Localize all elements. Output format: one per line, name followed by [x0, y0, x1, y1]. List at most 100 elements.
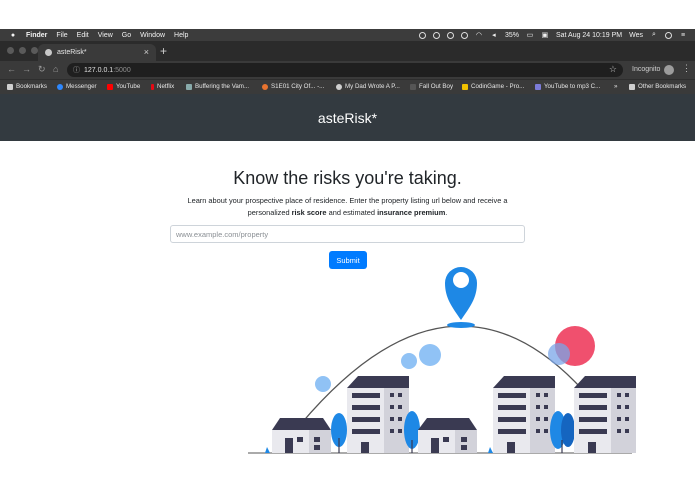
home-icon[interactable]: ⌂	[53, 64, 58, 74]
building-window	[617, 393, 621, 397]
menu-view[interactable]: View	[98, 32, 113, 39]
page-icon	[186, 83, 192, 90]
top-margin	[0, 0, 695, 29]
battery-icon: ▭	[526, 32, 534, 39]
pin-shadow	[447, 322, 475, 328]
menu-help[interactable]: Help	[174, 32, 188, 39]
building-door	[588, 442, 596, 453]
house-window	[297, 437, 303, 442]
insurance-premium-text: insurance premium	[377, 208, 446, 217]
building-window-row	[352, 417, 380, 422]
browser-toolbar: ← → ↻ ⌂ ⓘ 127.0.0.1:5000 ☆ Incognito ⋮	[0, 61, 695, 79]
other-bookmarks[interactable]: Other Bookmarks	[629, 83, 686, 90]
menu-kebab-icon[interactable]: ⋮	[682, 63, 691, 74]
tab-asterisk[interactable]: asteRisk* ×	[38, 44, 156, 61]
building-window	[544, 393, 548, 397]
minimize-window-button[interactable]	[19, 47, 26, 54]
new-tab-button[interactable]: +	[160, 44, 167, 58]
siri-icon[interactable]	[665, 31, 672, 39]
site-brand[interactable]: asteRisk*	[0, 110, 695, 126]
house-roof	[418, 418, 477, 430]
tab-title: asteRisk*	[57, 49, 87, 56]
bookmark-item[interactable]: Netflix	[151, 83, 174, 90]
house-window	[443, 437, 449, 442]
bookmark-item[interactable]: CodinGame - Pro...	[462, 83, 524, 90]
house-window	[314, 445, 320, 450]
zoom-window-button[interactable]	[31, 47, 38, 54]
bookmark-item[interactable]: YouTube to mp3 C...	[535, 83, 600, 90]
bookmark-item[interactable]: My Dad Wrote A P...	[336, 83, 400, 90]
plant	[265, 447, 270, 453]
building-window	[544, 417, 548, 421]
menu-file[interactable]: File	[56, 32, 67, 39]
info-icon[interactable]: ⓘ	[73, 65, 80, 75]
bookmark-item[interactable]: Fall Out Boy	[410, 83, 453, 90]
bubble-blue	[315, 376, 331, 392]
building-window	[390, 429, 394, 433]
bookmarks-overflow-icon[interactable]: »	[614, 83, 617, 90]
address-bar[interactable]: ⓘ 127.0.0.1:5000 ☆	[67, 63, 623, 77]
user-name[interactable]: Wes	[629, 32, 643, 39]
menu-edit[interactable]: Edit	[77, 32, 89, 39]
menu-window[interactable]: Window	[140, 32, 165, 39]
bubble-blue	[419, 344, 441, 366]
spotlight-search-icon[interactable]: ⌕	[650, 31, 658, 39]
building-window-row	[579, 393, 607, 398]
bookmark-item[interactable]: Bookmarks	[7, 83, 47, 90]
display-icon[interactable]: ▣	[541, 31, 549, 39]
building-window	[398, 429, 402, 433]
apple-menu-icon[interactable]: ●	[9, 32, 17, 39]
building-window	[625, 429, 629, 433]
reload-icon[interactable]: ↻	[38, 64, 46, 75]
bubble-blue	[401, 353, 417, 369]
building-window	[398, 393, 402, 397]
building-roof	[574, 376, 636, 388]
bookmark-item[interactable]: S1E01 City Of... -...	[262, 83, 324, 90]
globe-icon	[336, 83, 342, 90]
browser-tab-strip: asteRisk* × +	[0, 41, 695, 61]
url-port: :5000	[113, 66, 131, 74]
building-window-row	[498, 393, 526, 398]
netflix-icon	[151, 83, 154, 90]
menu-finder[interactable]: Finder	[26, 32, 47, 39]
datetime[interactable]: Sat Aug 24 10:19 PM	[556, 32, 622, 39]
building-window	[625, 405, 629, 409]
wifi-icon[interactable]: ◠	[475, 31, 483, 39]
close-tab-icon[interactable]: ×	[144, 47, 149, 57]
building-window-row	[498, 429, 526, 434]
volume-icon[interactable]: ◂	[490, 31, 498, 39]
close-window-button[interactable]	[7, 47, 14, 54]
building-side	[611, 388, 636, 453]
house-door	[431, 438, 439, 453]
eye-icon[interactable]	[432, 31, 440, 39]
url-host: 127.0.0.1	[84, 66, 114, 74]
page-icon	[535, 83, 541, 90]
bookmark-item[interactable]: Buffering the Vam...	[186, 83, 249, 90]
battery-percent[interactable]: 35%	[505, 32, 519, 39]
back-icon[interactable]: ←	[7, 64, 16, 74]
house-roof	[272, 418, 331, 430]
property-url-input[interactable]	[170, 225, 525, 243]
globe-icon	[45, 49, 52, 56]
sync-icon[interactable]	[446, 31, 454, 39]
forward-icon[interactable]: →	[22, 64, 31, 74]
building-window-row	[579, 417, 607, 422]
house-window	[314, 437, 320, 442]
status-icon[interactable]	[418, 31, 426, 39]
building-window	[536, 429, 540, 433]
menu-go[interactable]: Go	[122, 32, 131, 39]
folder-icon	[629, 83, 635, 90]
city-illustration	[248, 267, 636, 454]
time-machine-icon[interactable]	[460, 31, 468, 39]
notification-center-icon[interactable]: ≡	[679, 32, 687, 39]
building-window	[617, 417, 621, 421]
bookmark-item[interactable]: Messenger	[57, 83, 97, 90]
incognito-label: Incognito	[632, 66, 661, 73]
pin-hole	[453, 272, 469, 288]
lead-paragraph: Learn about your prospective place of re…	[187, 196, 508, 217]
incognito-icon[interactable]	[664, 65, 674, 75]
building-roof	[347, 376, 409, 388]
risk-score-text: risk score	[291, 208, 327, 217]
bookmark-star-icon[interactable]: ☆	[609, 64, 617, 75]
bookmark-item[interactable]: YouTube	[107, 83, 140, 90]
